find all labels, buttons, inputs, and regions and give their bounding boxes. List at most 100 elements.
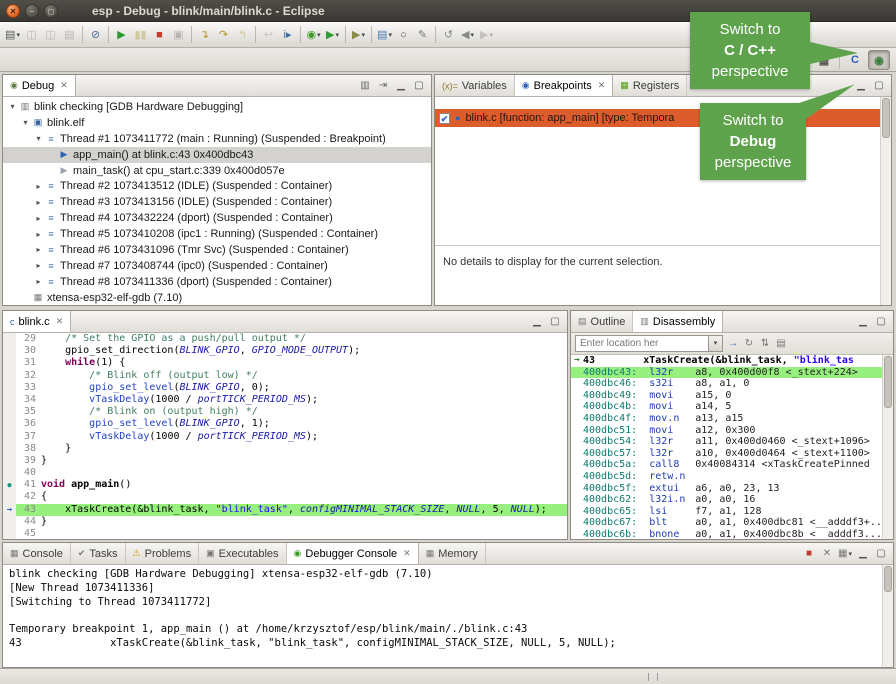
breakpoint-row[interactable]: ✔ ● blink.c [function: app_main] [type: …: [435, 109, 891, 127]
editor-line[interactable]: 45: [3, 528, 567, 540]
editor-line[interactable]: →43 xTaskCreate(&blink_task, "blink_task…: [3, 504, 567, 516]
twisty-icon[interactable]: ▸: [33, 245, 44, 254]
last-edit-location-button[interactable]: ↺: [439, 25, 458, 45]
editor-line[interactable]: 30 gpio_set_direction(BLINK_GPIO, GPIO_M…: [3, 345, 567, 357]
debug-tree-row[interactable]: ▸≡Thread #8 1073411336 (dport) (Suspende…: [3, 274, 431, 290]
breakpoint-checkbox[interactable]: ✔: [439, 113, 450, 124]
twisty-icon[interactable]: ▸: [33, 277, 44, 286]
locate-pc-button[interactable]: →: [725, 336, 741, 352]
debug-view-menu-button[interactable]: ▥: [357, 78, 373, 94]
tab-registers[interactable]: ▦Registers: [613, 75, 687, 96]
debug-perspective-button[interactable]: ◉: [868, 50, 890, 70]
debug-tree-row[interactable]: ▸≡Thread #4 1073432224 (dport) (Suspende…: [3, 210, 431, 226]
run-button[interactable]: ▶▾: [323, 25, 342, 45]
terminate-button[interactable]: ■: [150, 25, 169, 45]
editor-line[interactable]: 29 /* Set the GPIO as a push/pull output…: [3, 333, 567, 345]
debug-tree-row[interactable]: ▶main_task() at cpu_start.c:339 0x400d05…: [3, 163, 431, 179]
maximize-button[interactable]: ▢: [873, 314, 889, 330]
disassembly-row[interactable]: →43 xTaskCreate(&blink_task, "blink_tas: [571, 355, 893, 367]
twisty-icon[interactable]: ▸: [33, 214, 44, 223]
editor-body[interactable]: 29 /* Set the GPIO as a push/pull output…: [3, 333, 567, 539]
maximize-button[interactable]: ▢: [547, 314, 563, 330]
tab-disassembly[interactable]: ▥Disassembly: [633, 311, 723, 332]
maximize-button[interactable]: ▢: [411, 78, 427, 94]
editor-line[interactable]: 36 gpio_set_level(BLINK_GPIO, 1);: [3, 418, 567, 430]
debug-tree-row[interactable]: ▾▥blink checking [GDB Hardware Debugging…: [3, 99, 431, 115]
suspend-button[interactable]: ▮▮: [131, 25, 150, 45]
instruction-stepping-button[interactable]: i▸: [278, 25, 297, 45]
disassembly-row[interactable]: 400dbc5d: retw.n: [571, 471, 893, 483]
forward-button[interactable]: ▶▾: [477, 25, 496, 45]
editor-line[interactable]: 33 gpio_set_level(BLINK_GPIO, 0);: [3, 382, 567, 394]
maximize-button[interactable]: ▢: [873, 546, 889, 562]
minimize-button[interactable]: ▁: [529, 314, 545, 330]
new-wizard-button[interactable]: ▤▾: [3, 25, 22, 45]
close-icon[interactable]: ✕: [403, 548, 411, 559]
print-button[interactable]: ▤: [60, 25, 79, 45]
save-all-button[interactable]: ◫: [41, 25, 60, 45]
location-combo[interactable]: Enter location her ▾: [575, 335, 723, 352]
window-minimize-button[interactable]: −: [25, 4, 39, 18]
disassembly-row[interactable]: 400dbc6b: bnonea0, a1, 0x400dbc8b <__add…: [571, 529, 893, 540]
debug-tree-row[interactable]: ▾▣blink.elf: [3, 115, 431, 131]
debug-button[interactable]: ◉▾: [304, 25, 323, 45]
editor-line[interactable]: 39}: [3, 455, 567, 467]
scrollbar-thumb[interactable]: [884, 566, 892, 592]
disassembly-row[interactable]: 400dbc5a: call80x40084314 <xTaskCreatePi…: [571, 459, 893, 471]
twisty-icon[interactable]: ▸: [33, 198, 44, 207]
twisty-icon[interactable]: ▸: [33, 230, 44, 239]
editor-line[interactable]: 38 }: [3, 443, 567, 455]
disassembly-row[interactable]: 400dbc5f: extuia6, a0, 23, 13: [571, 483, 893, 495]
console-scrollbar[interactable]: [882, 565, 893, 667]
editor-line[interactable]: 34 vTaskDelay(1000 / portTICK_PERIOD_MS)…: [3, 394, 567, 406]
editor-line[interactable]: 35 /* Blink on (output high) */: [3, 406, 567, 418]
disassembly-row[interactable]: 400dbc4b: movia14, 5: [571, 401, 893, 413]
editor-line[interactable]: ●41void app_main(): [3, 479, 567, 491]
disassembly-scrollbar[interactable]: [882, 355, 893, 539]
new-c-cpp-button[interactable]: ▤▾: [375, 25, 394, 45]
tab-variables[interactable]: (x)=Variables: [435, 75, 515, 96]
close-icon[interactable]: ✕: [60, 80, 68, 91]
maximize-button[interactable]: ▢: [871, 78, 887, 94]
twisty-icon[interactable]: ▾: [7, 102, 18, 111]
tab-outline[interactable]: ▤Outline: [571, 311, 633, 332]
debug-tree-row[interactable]: ▦xtensa-esp32-elf-gdb (7.10): [3, 290, 431, 306]
open-console-button[interactable]: ▦▾: [837, 546, 853, 562]
tab-memory[interactable]: ▦Memory: [419, 543, 486, 564]
disassembly-row[interactable]: 400dbc54: l32ra11, 0x400d0460 <_stext+10…: [571, 436, 893, 448]
close-icon[interactable]: ✕: [598, 80, 606, 91]
disassembly-row[interactable]: 400dbc49: movia15, 0: [571, 390, 893, 402]
editor-line[interactable]: 37 vTaskDelay(1000 / portTICK_PERIOD_MS)…: [3, 431, 567, 443]
debug-tree-row[interactable]: ▾≡Thread #1 1073411772 (main : Running) …: [3, 131, 431, 147]
editor-line[interactable]: 42{: [3, 491, 567, 503]
twisty-icon[interactable]: ▾: [20, 118, 31, 127]
disassembly-row[interactable]: 400dbc67: blta0, a1, 0x400dbc81 <__adddf…: [571, 517, 893, 529]
tab-executables[interactable]: ▣Executables: [199, 543, 286, 564]
minimize-button[interactable]: ▁: [393, 78, 409, 94]
twisty-icon[interactable]: ▸: [33, 182, 44, 191]
skip-all-breakpoints-button[interactable]: ⊘: [86, 25, 105, 45]
editor-line[interactable]: 31 while(1) {: [3, 357, 567, 369]
close-icon[interactable]: ✕: [56, 316, 64, 327]
drop-to-frame-button[interactable]: ↩: [259, 25, 278, 45]
sync-selection-button[interactable]: ⇅: [757, 336, 773, 352]
debug-tree-row[interactable]: ▸≡Thread #3 1073413156 (IDLE) (Suspended…: [3, 194, 431, 210]
step-return-button[interactable]: ↰: [233, 25, 252, 45]
tab-debugger-console[interactable]: ◉Debugger Console✕: [287, 543, 419, 564]
disassembly-row[interactable]: 400dbc4f: mov.na13, a15: [571, 413, 893, 425]
minimize-button[interactable]: ▁: [855, 546, 871, 562]
disassembly-row[interactable]: 400dbc51: movia12, 0x300: [571, 425, 893, 437]
tab-console[interactable]: ▦Console: [3, 543, 71, 564]
location-input[interactable]: Enter location her: [576, 338, 708, 349]
window-maximize-button[interactable]: ◻: [44, 4, 58, 18]
disassembly-row[interactable]: 400dbc57: l32ra10, 0x400d0464 <_stext+11…: [571, 448, 893, 460]
debug-tree-row[interactable]: ▸≡Thread #5 1073410208 (ipc1 : Running) …: [3, 226, 431, 242]
search-button[interactable]: ○: [394, 25, 413, 45]
show-source-button[interactable]: ▤: [773, 336, 789, 352]
sash-gripper[interactable]: [648, 673, 658, 681]
terminate-console-button[interactable]: ■: [801, 546, 817, 562]
chevron-down-icon[interactable]: ▾: [708, 336, 722, 351]
remove-console-button[interactable]: ✕: [819, 546, 835, 562]
twisty-icon[interactable]: ▾: [33, 134, 44, 143]
disassembly-row[interactable]: 400dbc65: lsif7, a1, 128: [571, 506, 893, 518]
